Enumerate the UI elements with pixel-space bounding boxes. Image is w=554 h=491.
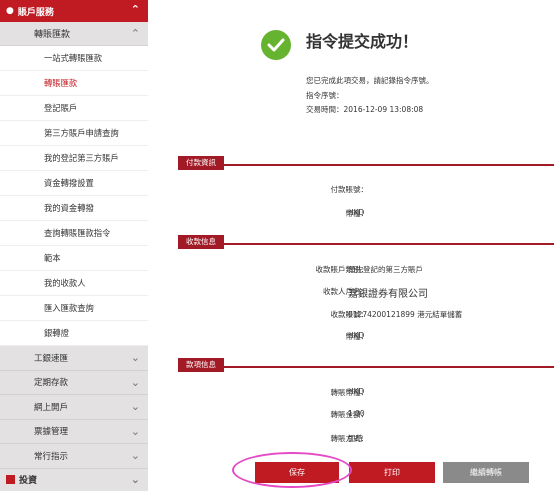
sidebar-item-label: 登記賬戶 xyxy=(44,103,78,113)
order-number-label: 指令序號： xyxy=(306,91,344,100)
sidebar-item-label: 匯入匯款查詢 xyxy=(44,303,94,313)
transaction-time: 交易時間：2016-12-09 13:08:08 xyxy=(306,104,423,115)
success-check-icon xyxy=(261,30,291,60)
sidebar-group-transfer[interactable]: 轉賬匯款 ⌃ xyxy=(0,22,148,46)
sidebar-header-account-services[interactable]: ● 賬戶服務 ⌃ xyxy=(0,0,148,22)
sidebar-item-label: 範本 xyxy=(44,253,61,263)
print-button[interactable]: 打印 xyxy=(349,462,435,483)
sidebar-item-my-third-party-accounts[interactable]: 我的登記第三方賬戶 xyxy=(0,146,148,171)
sidebar-category-label: 常行指示 xyxy=(34,451,69,462)
sidebar-sub-list: 一站式轉賬匯款 轉賬匯款 登記賬戶 第三方賬戶申請查詢 我的登記第三方賬戶 資金… xyxy=(0,46,148,346)
sidebar-item-inward-remittance-query[interactable]: 匯入匯款查詢 xyxy=(0,296,148,321)
section-receipt-info: 收款信息 xyxy=(178,229,554,249)
sidebar-item-third-party-application-query[interactable]: 第三方賬戶申請查詢 xyxy=(0,121,148,146)
section-title: 收款信息 xyxy=(178,235,224,249)
sidebar-category-online-account-opening[interactable]: 網上開戶 ⌄ xyxy=(0,395,148,420)
row-value: HKD xyxy=(348,208,365,217)
chevron-down-icon: ⌄ xyxy=(130,351,140,364)
sidebar-item-label: 我的登記第三方賬戶 xyxy=(44,153,119,163)
info-line: 您已完成此項交易，請記錄指令序號。 xyxy=(306,76,434,85)
sidebar-header-label: 賬戶服務 xyxy=(17,7,54,18)
sidebar-category-label: 網上開戶 xyxy=(34,402,69,413)
sidebar-category-time-deposit[interactable]: 定期存款 ⌄ xyxy=(0,370,148,395)
sidebar: ● 賬戶服務 ⌃ 轉賬匯款 ⌃ 一站式轉賬匯款 轉賬匯款 登記賬戶 第三方賬戶申… xyxy=(0,0,148,491)
row-value: 1.00 xyxy=(348,409,365,418)
sidebar-item-my-fund-transfers[interactable]: 我的資金轉撥 xyxy=(0,196,148,221)
chevron-down-icon: ⌄ xyxy=(130,472,140,486)
row-value: HKD xyxy=(348,387,365,396)
row-value: HKD xyxy=(348,331,365,340)
sidebar-item-register-account[interactable]: 登記賬戶 xyxy=(0,96,148,121)
row-value: 預先登記的第三方賬戶 xyxy=(348,265,423,274)
sidebar-item-transfer[interactable]: 轉賬匯款 xyxy=(0,71,148,96)
row-label: 付款賬號： xyxy=(330,185,369,194)
highlight-annotation xyxy=(232,452,352,488)
section-payment-info: 付款資訊 xyxy=(178,150,554,170)
sidebar-item-one-stop-transfer[interactable]: 一站式轉賬匯款 xyxy=(0,46,148,71)
sidebar-category-label: 票據管理 xyxy=(34,427,69,438)
sidebar-item-label: 轉賬匯款 xyxy=(44,78,78,88)
sidebar-category-investment[interactable]: 投資 ⌄ xyxy=(0,468,148,491)
section-title: 付款資訊 xyxy=(178,156,224,170)
print-button-label: 打印 xyxy=(384,468,400,477)
continue-transfer-button[interactable]: 繼續轉帳 xyxy=(443,462,529,483)
sidebar-item-query-transfer-instructions[interactable]: 查詢轉賬匯款指令 xyxy=(0,221,148,246)
sidebar-item-label: 一站式轉賬匯款 xyxy=(44,53,103,63)
section-title: 款項信息 xyxy=(178,358,224,372)
sidebar-category-label: 定期存款 xyxy=(34,378,69,389)
transaction-time-label: 交易時間： xyxy=(306,105,344,114)
sidebar-item-templates[interactable]: 範本 xyxy=(0,246,148,271)
chevron-down-icon: ⌄ xyxy=(130,375,140,389)
transaction-time-value: 2016-12-09 13:08:08 xyxy=(343,105,424,114)
sidebar-item-label: 查詢轉賬匯款指令 xyxy=(44,228,111,238)
chevron-down-icon: ⌄ xyxy=(130,424,140,438)
chevron-down-icon: ⌄ xyxy=(130,400,140,413)
sidebar-item-my-payees[interactable]: 我的收款人 xyxy=(0,271,148,296)
sidebar-item-label: 資金轉撥設置 xyxy=(44,178,94,188)
sidebar-category-standing-instructions[interactable]: 常行指示 ⌄ xyxy=(0,444,148,469)
continue-button-label: 繼續轉帳 xyxy=(470,468,502,477)
sidebar-item-label: 我的收款人 xyxy=(44,278,86,288)
row-value: 即時 xyxy=(348,434,363,443)
user-icon: ● xyxy=(6,6,14,16)
sidebar-item-bank-to-securities[interactable]: 銀轉證 xyxy=(0,321,148,346)
sidebar-group-label: 轉賬匯款 xyxy=(34,30,71,40)
sidebar-item-fund-transfer-settings[interactable]: 資金轉撥設置 xyxy=(0,171,148,196)
main-content: 指令提交成功！ 您已完成此項交易，請記錄指令序號。 指令序號： 交易時間：201… xyxy=(148,0,554,488)
section-funds-info: 款項信息 xyxy=(178,352,554,372)
chevron-down-icon: ⌄ xyxy=(130,449,140,462)
chevron-up-icon: ⌃ xyxy=(130,27,140,40)
sidebar-category-icbc-express[interactable]: 工銀速匯 ⌄ xyxy=(0,346,148,371)
sidebar-item-label: 我的資金轉撥 xyxy=(44,203,94,213)
page-title: 指令提交成功！ xyxy=(306,32,419,51)
chevron-up-icon: ⌃ xyxy=(130,3,140,16)
sidebar-item-label: 第三方賬戶申請查詢 xyxy=(44,128,119,138)
row-value: 嘉銀證券有限公司 xyxy=(348,289,428,300)
row-value: 01274200121899 港元結單儲蓄 xyxy=(348,310,463,319)
sidebar-category-label: 工銀速匯 xyxy=(34,353,69,364)
investment-icon xyxy=(6,475,15,484)
sidebar-item-label: 銀轉證 xyxy=(44,328,69,338)
sidebar-category-bill-management[interactable]: 票據管理 ⌄ xyxy=(0,419,148,444)
sidebar-category-label: 投資 xyxy=(19,476,38,486)
